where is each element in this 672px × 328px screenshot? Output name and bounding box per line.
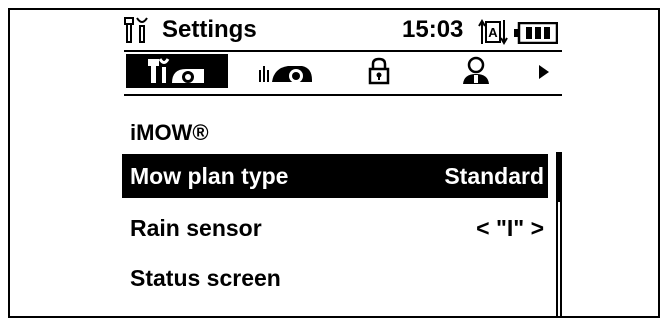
svg-text:A: A (488, 25, 498, 40)
menu-item-status-screen[interactable]: Status screen (122, 256, 548, 300)
scrollbar[interactable] (556, 152, 562, 318)
menu-item-value: < "I" > (476, 215, 544, 241)
tab-mower[interactable] (246, 54, 326, 88)
tools-gauge-icon (148, 58, 204, 83)
mower-icon (259, 66, 312, 83)
next-tab-arrow-icon[interactable] (538, 64, 550, 80)
menu-item-mow-plan-type[interactable]: Mow plan type Standard (122, 154, 548, 198)
menu-item-label: Rain sensor (130, 215, 262, 241)
menu-item-value: Standard (444, 163, 544, 189)
scrollbar-thumb[interactable] (558, 154, 560, 202)
status-bar: Settings 15:03 A (116, 10, 564, 50)
tab-user[interactable] (446, 54, 506, 88)
battery-icon (514, 22, 558, 44)
auto-mode-icon: A (478, 19, 508, 45)
tab-lock[interactable] (354, 54, 404, 88)
tab-settings[interactable] (126, 54, 228, 88)
settings-icon (124, 17, 148, 43)
tab-divider (124, 94, 562, 96)
device-screen: Settings 15:03 A iMOW® Mow plan type Sta… (116, 10, 564, 318)
clock: 15:03 (402, 16, 464, 43)
padlock-icon (368, 57, 390, 85)
menu-item-label: Mow plan type (130, 163, 289, 189)
menu-item-label: Status screen (130, 265, 281, 291)
menu-item-rain-sensor[interactable]: Rain sensor < "I" > (122, 206, 548, 250)
section-title: iMOW® (130, 120, 209, 145)
user-icon (463, 56, 489, 84)
tab-bar (116, 52, 564, 92)
page-title: Settings (162, 16, 257, 43)
